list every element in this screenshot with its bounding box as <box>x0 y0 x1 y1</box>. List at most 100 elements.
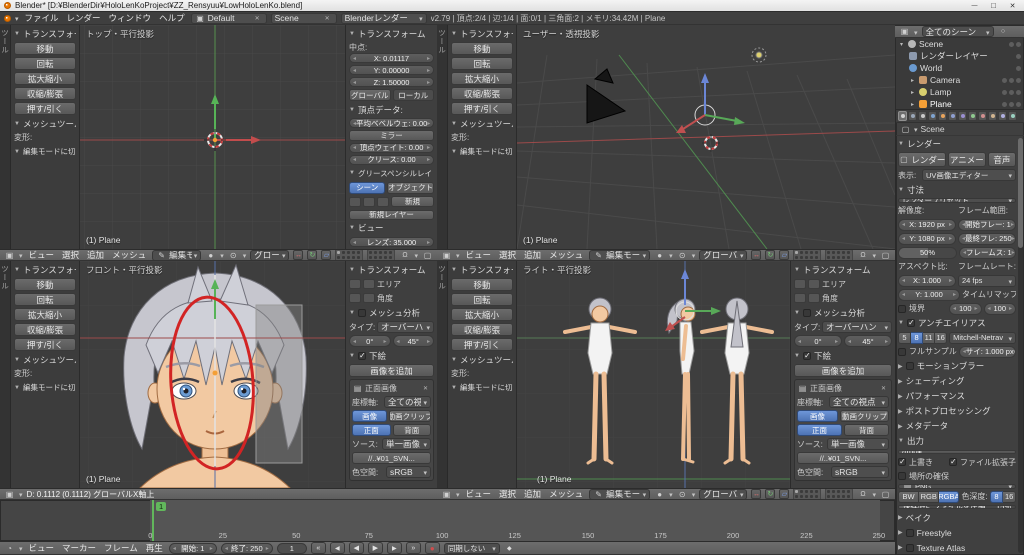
manipulator-rotate-icon[interactable] <box>765 489 776 499</box>
panel-edit-mode-header[interactable]: 編集モードに切り替え <box>451 381 513 394</box>
mirror-button[interactable]: ミラー <box>349 130 434 141</box>
resolution-x-field[interactable]: X: 1920 px <box>898 218 956 231</box>
menu-view[interactable]: ビュー <box>27 250 57 260</box>
pivot-center-icon[interactable] <box>228 250 239 260</box>
gp-scene-tab[interactable]: シーン <box>349 181 386 194</box>
panel-antialiasing-header[interactable]: アンチエイリアス <box>898 317 1016 330</box>
remove-image-icon[interactable] <box>878 383 889 393</box>
layers-grid-2[interactable] <box>825 250 854 260</box>
panel-background-images-header[interactable]: 下絵 <box>349 349 434 362</box>
angle-min-field[interactable]: 0° <box>349 335 391 347</box>
panel-output-header[interactable]: 出力 <box>898 435 1016 448</box>
panel-render-header[interactable]: レンダー <box>898 137 1016 150</box>
manipulator-rotate-icon[interactable] <box>307 250 318 260</box>
tab-render-icon[interactable] <box>898 111 907 121</box>
row-toggles[interactable] <box>1016 65 1021 71</box>
scale-button[interactable]: 拡大縮小 <box>451 308 513 321</box>
aspect-y-field[interactable]: Y: 1.000 <box>898 288 960 301</box>
keying-set-icon[interactable] <box>504 543 515 553</box>
snap-magnet-icon[interactable] <box>857 250 868 260</box>
animation-button[interactable]: アニメー <box>947 152 986 167</box>
layers-grid[interactable] <box>793 489 822 499</box>
lens-field[interactable]: レンズ: 35.000 <box>349 236 434 248</box>
move-button[interactable]: 移動 <box>451 278 513 291</box>
panel-mesh-tools-header[interactable]: メッシュツール <box>451 117 513 130</box>
next-keyframe-button[interactable] <box>386 542 402 554</box>
panel-transform-header[interactable]: トランスフォーム <box>349 263 434 276</box>
new-layer-button[interactable]: 新規レイヤー <box>349 209 434 220</box>
layers-grid[interactable] <box>793 250 822 260</box>
menu-add[interactable]: 追加 <box>522 250 543 260</box>
tab-data-icon[interactable] <box>968 111 977 121</box>
display-option-icon[interactable] <box>363 293 375 303</box>
gp-draw-icon[interactable] <box>349 196 361 207</box>
add-image-button[interactable]: 画像を追加 <box>794 364 892 377</box>
global-toggle[interactable]: グローバル <box>349 89 391 102</box>
texture-atlas-checkbox[interactable] <box>905 543 914 552</box>
display-option-icon[interactable] <box>349 293 361 303</box>
image-file-button[interactable]: //..¥01_SVN... <box>797 452 889 464</box>
front-toggle[interactable]: 正面 <box>797 424 842 436</box>
axis-dropdown[interactable]: 全ての視点 <box>384 396 431 408</box>
menu-select[interactable]: 選択 <box>497 489 518 499</box>
panel-mesh-tools-header[interactable]: メッシュツール <box>451 353 513 366</box>
tab-modifiers-icon[interactable] <box>958 111 967 121</box>
pivot-center-icon[interactable] <box>677 250 688 260</box>
row-toggles[interactable] <box>1002 89 1021 95</box>
image-file-button[interactable]: //..¥01_SVN... <box>352 452 431 464</box>
movie-clip-toggle[interactable]: 動画クリップ <box>389 410 431 422</box>
editor-type-icon[interactable] <box>441 250 452 260</box>
push-pull-button[interactable]: 押す/引く <box>451 338 513 351</box>
shrink-fatten-button[interactable]: 収縮/膨張 <box>14 323 76 336</box>
menu-view[interactable]: ビュー <box>27 542 57 554</box>
bw-button[interactable]: BW <box>898 490 920 503</box>
panel-transform-header[interactable]: トランスフォーム <box>451 263 513 276</box>
analysis-type-dropdown[interactable]: オーバーハン <box>377 321 434 333</box>
movie-clip-toggle[interactable]: 動画クリップ <box>840 410 889 422</box>
screen-layout-dropdown[interactable]: Default <box>190 12 267 24</box>
rotate-button[interactable]: 回転 <box>451 293 513 306</box>
depth-16-button[interactable]: 16 <box>1003 490 1016 503</box>
sync-dropdown[interactable]: 同期しない <box>443 542 500 554</box>
panel-transform-header[interactable]: トランスフォーム <box>14 263 76 276</box>
colorspace-dropdown[interactable]: sRGB <box>831 466 889 478</box>
editor-type-icon[interactable] <box>441 489 452 499</box>
source-dropdown[interactable]: 単一画像 <box>827 438 889 450</box>
menu-frame[interactable]: フレーム <box>102 542 140 554</box>
gp-new-button[interactable]: 新規 <box>391 196 434 208</box>
add-image-button[interactable]: 画像を追加 <box>349 364 434 377</box>
panel-mesh-analysis-header[interactable]: メッシュ分析 <box>349 306 434 319</box>
outliner-row-camera[interactable]: ▸ Camera <box>895 74 1024 86</box>
menu-window[interactable]: ウィンドウ <box>107 12 154 24</box>
current-frame-field[interactable]: 1 <box>276 542 307 554</box>
render-button[interactable]: レンダー <box>898 152 946 167</box>
expand-icon[interactable]: ▸ <box>909 89 916 96</box>
push-pull-button[interactable]: 押す/引く <box>451 102 513 115</box>
panel-view-header[interactable]: ビュー <box>349 222 434 235</box>
tab-texture-icon[interactable] <box>988 111 997 121</box>
tab-scene-icon[interactable] <box>918 111 927 121</box>
menu-view[interactable]: ビュー <box>464 250 494 260</box>
display-option-icon[interactable] <box>349 279 361 289</box>
expand-icon[interactable]: ▸ <box>909 101 916 108</box>
menu-select[interactable]: 選択 <box>497 250 518 260</box>
panel-mesh-tools-header[interactable]: メッシュツール <box>14 353 76 366</box>
panel-performance-header[interactable]: パフォーマンス <box>898 390 1016 403</box>
gp-object-tab[interactable]: オブジェクト <box>387 181 434 194</box>
play-reverse-button[interactable] <box>348 542 364 554</box>
angle-max-field[interactable]: 45° <box>844 335 892 347</box>
editor-type-icon[interactable] <box>4 543 15 553</box>
jump-to-start-button[interactable] <box>310 542 326 554</box>
render-engine-dropdown[interactable]: Blenderレンダー <box>340 12 427 24</box>
overwrite-checkbox[interactable] <box>898 457 906 466</box>
rotate-button[interactable]: 回転 <box>451 57 513 70</box>
menu-view[interactable]: ビュー <box>464 489 494 499</box>
motion-blur-checkbox[interactable] <box>905 362 914 370</box>
toolshelf-tab-tools[interactable]: ツール <box>0 261 11 488</box>
aa-filter-dropdown[interactable]: Mitchell-Netrav <box>949 331 1016 344</box>
timeline-track-area[interactable]: 1 0 25 50 75 100 125 150 175 200 225 250 <box>0 500 895 541</box>
menu-help[interactable]: ヘルプ <box>157 12 187 24</box>
display-dropdown[interactable]: UV画像エディター <box>922 169 1016 181</box>
viewport-shading-icon[interactable] <box>205 250 216 260</box>
panel-freestyle-header[interactable]: Freestyle <box>898 526 1016 539</box>
